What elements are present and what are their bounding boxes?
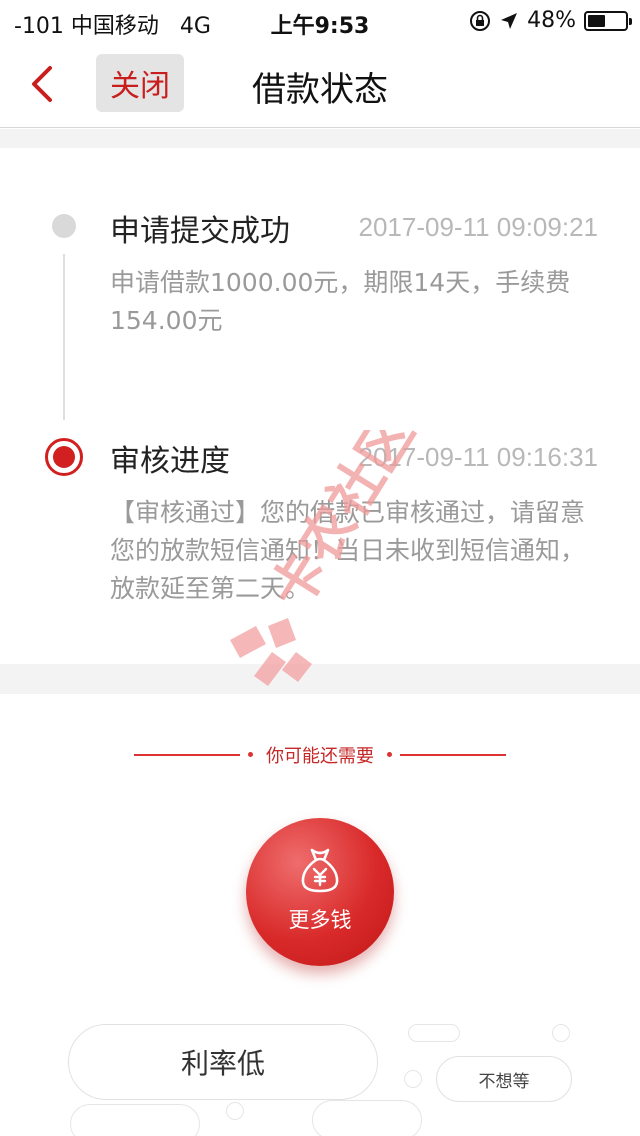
step-description: 申请借款1000.00元，期限14天，手续费154.00元: [110, 268, 571, 335]
heading-dot-right: [387, 752, 392, 757]
money-bag-icon: [301, 848, 339, 893]
location-arrow-icon: [501, 12, 518, 29]
decor-bubble: [312, 1100, 422, 1136]
step-title: 审核进度: [110, 444, 230, 479]
step-done-dot: [52, 214, 76, 238]
decor-bubble: [226, 1102, 244, 1120]
close-button[interactable]: 关闭: [96, 54, 184, 112]
decor-bubble: [70, 1104, 200, 1136]
step-active-dot: [45, 438, 83, 476]
battery-icon: [584, 10, 632, 31]
tag-no-wait[interactable]: 不想等: [436, 1056, 572, 1102]
heading-line-right: [400, 754, 506, 756]
chevron-left-icon: [32, 66, 52, 102]
status-indicators: 48%: [469, 8, 632, 33]
decor-bubble: [552, 1024, 570, 1042]
more-money-label: 更多钱: [288, 908, 352, 932]
rotation-lock-icon: [470, 10, 491, 31]
nav-bar: 关闭 借款状态: [0, 40, 640, 128]
decor-bubble: [408, 1024, 460, 1042]
battery-percent: 48%: [527, 8, 576, 33]
suggestion-heading: 你可能还需要: [266, 746, 374, 767]
tag-low-interest[interactable]: 利率低: [68, 1024, 378, 1100]
decor-bubble: [404, 1070, 422, 1088]
step-time: 2017-09-11 09:16:31: [358, 442, 599, 472]
battery-fill: [588, 14, 606, 27]
suggestion-section: 你可能还需要: [0, 694, 640, 814]
section-divider: [0, 664, 640, 694]
back-button[interactable]: [22, 60, 66, 108]
section-divider: [0, 129, 640, 148]
more-money-button[interactable]: 更多钱: [246, 818, 394, 966]
timeline-connector: [63, 254, 65, 420]
step-description: 【审核通过】您的借款已审核通过，请留意您的放款短信通知！当日未收到短信通知，放款…: [110, 498, 586, 603]
step-title: 申请提交成功: [110, 214, 290, 249]
step-time: 2017-09-11 09:09:21: [358, 212, 599, 242]
page-title: 借款状态: [252, 70, 388, 110]
loan-status-timeline: 申请提交成功 2017-09-11 09:09:21 申请借款1000.00元，…: [0, 148, 640, 664]
status-bar: -101 中国移动 4G 上午9:53 48%: [0, 0, 640, 40]
